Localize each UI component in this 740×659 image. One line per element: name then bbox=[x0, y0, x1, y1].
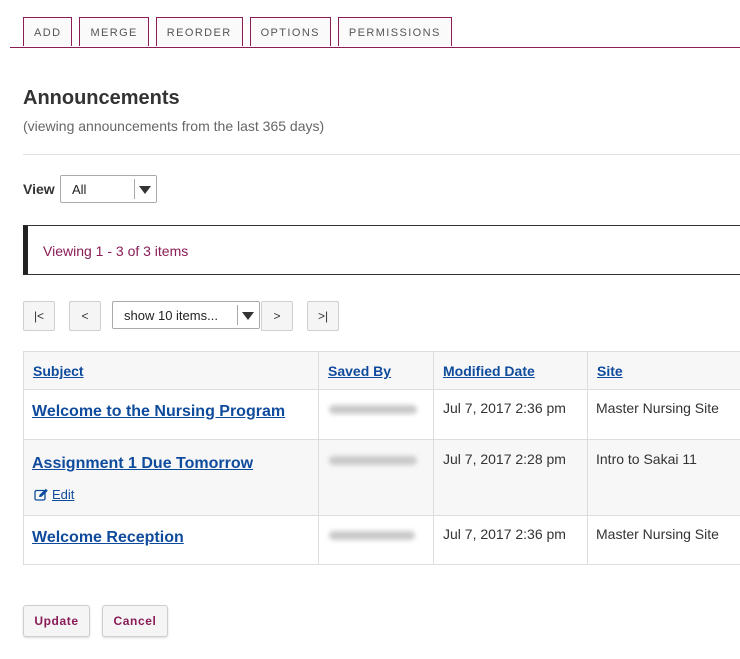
page-size-select[interactable]: show 10 items... bbox=[112, 301, 260, 329]
column-divider bbox=[587, 352, 588, 564]
saved-by-redacted bbox=[329, 456, 417, 465]
row-divider bbox=[24, 439, 740, 440]
next-page-button[interactable]: > bbox=[261, 301, 293, 331]
edit-announcement-link[interactable]: Edit bbox=[34, 487, 74, 502]
saved-by-redacted bbox=[329, 405, 417, 414]
divider bbox=[23, 154, 740, 155]
page-subtitle: (viewing announcements from the last 365… bbox=[23, 118, 325, 134]
previous-page-button[interactable]: < bbox=[69, 301, 101, 331]
subject-column-header[interactable]: Subject bbox=[33, 363, 84, 379]
chevron-down-icon bbox=[242, 312, 254, 320]
page: ADD MERGE REORDER OPTIONS PERMISSIONS An… bbox=[0, 0, 740, 659]
site-cell: Master Nursing Site bbox=[596, 526, 719, 542]
edit-label: Edit bbox=[52, 487, 75, 502]
announcement-subject-link[interactable]: Welcome to the Nursing Program bbox=[32, 403, 285, 421]
page-title: Announcements bbox=[23, 87, 180, 109]
announcement-subject-link[interactable]: Welcome Reception bbox=[32, 529, 184, 547]
row-divider bbox=[24, 515, 740, 516]
first-page-button[interactable]: |< bbox=[23, 301, 55, 331]
saved-by-column-header[interactable]: Saved By bbox=[328, 363, 391, 379]
modified-date-cell: Jul 7, 2017 2:36 pm bbox=[443, 526, 566, 542]
saved-by-redacted bbox=[329, 531, 415, 540]
site-cell: Master Nursing Site bbox=[596, 400, 719, 416]
update-button[interactable]: Update bbox=[23, 605, 90, 637]
view-select-value: All bbox=[72, 182, 87, 197]
modified-date-cell: Jul 7, 2017 2:36 pm bbox=[443, 400, 566, 416]
chevron-down-icon bbox=[139, 186, 151, 194]
site-column-header[interactable]: Site bbox=[597, 363, 623, 379]
view-label: View bbox=[23, 181, 55, 197]
permissions-tab[interactable]: PERMISSIONS bbox=[337, 17, 452, 46]
edit-icon bbox=[34, 488, 48, 501]
cancel-button[interactable]: Cancel bbox=[102, 605, 168, 637]
view-select[interactable]: All bbox=[60, 175, 157, 203]
page-size-arrow bbox=[237, 305, 259, 325]
viewing-info-text: Viewing 1 - 3 of 3 items bbox=[43, 243, 189, 259]
merge-tab[interactable]: MERGE bbox=[79, 17, 149, 46]
announcements-table: Subject Saved By Modified Date Site Welc… bbox=[23, 351, 740, 565]
row-divider bbox=[24, 389, 740, 390]
options-tab[interactable]: OPTIONS bbox=[249, 17, 331, 46]
viewing-info-box: Viewing 1 - 3 of 3 items bbox=[23, 225, 740, 275]
add-tab[interactable]: ADD bbox=[23, 17, 73, 46]
page-size-value: show 10 items... bbox=[124, 308, 218, 323]
modified-date-cell: Jul 7, 2017 2:28 pm bbox=[443, 451, 566, 467]
column-divider bbox=[433, 352, 434, 564]
reorder-tab[interactable]: REORDER bbox=[155, 17, 243, 46]
last-page-button[interactable]: >| bbox=[307, 301, 339, 331]
announcement-subject-link[interactable]: Assignment 1 Due Tomorrow bbox=[32, 455, 253, 473]
view-select-arrow bbox=[134, 179, 156, 199]
modified-date-column-header[interactable]: Modified Date bbox=[443, 363, 535, 379]
column-divider bbox=[318, 352, 319, 564]
tool-toolbar: ADD MERGE REORDER OPTIONS PERMISSIONS bbox=[10, 17, 740, 48]
site-cell: Intro to Sakai 11 bbox=[596, 451, 697, 467]
